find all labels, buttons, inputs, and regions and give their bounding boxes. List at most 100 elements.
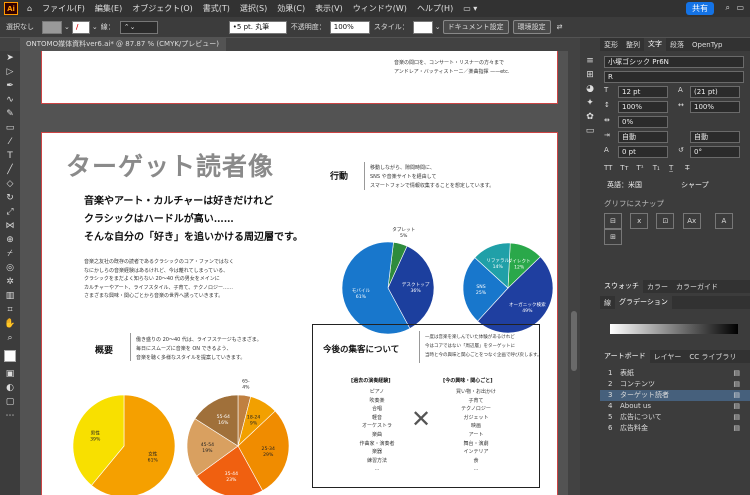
symbol-sprayer-tool-icon[interactable]: ✲ [0,275,20,289]
gradient-preview[interactable] [610,324,738,334]
tab-stroke[interactable]: 線 [600,298,615,308]
snap-proximity-icon[interactable]: Ax [682,213,701,229]
language-select[interactable]: 英語：米国 [604,180,666,190]
stroke-swatch[interactable]: / [71,20,90,34]
shape-builder-tool-icon[interactable]: ⊕ [0,233,20,247]
font-size-field[interactable]: 12 pt [618,86,668,98]
vertical-scrollbar[interactable] [568,51,580,495]
opacity-field[interactable]: 100% [329,20,370,34]
menu-object[interactable]: オブジェクト(O) [127,3,198,14]
artboard-options-icon[interactable]: ▤ [733,423,750,434]
chevron-down-icon[interactable]: ⌄ [435,23,441,31]
line-tool-icon[interactable]: ╱ [0,163,20,177]
stroke-weight-field[interactable]: ⌃⌄ [119,20,158,34]
list-item[interactable]: 3 ターゲット読者 ▤ [600,390,750,401]
artboard-options-icon[interactable]: ▤ [733,368,750,379]
color-mode-icon[interactable]: ▣ [0,367,20,381]
type-tool-icon[interactable]: T [0,149,20,163]
tab-cc-libraries[interactable]: CC ライブラリ [685,352,740,362]
list-item[interactable]: 5 広告について ▤ [600,412,750,423]
rotate-field[interactable]: 0° [690,146,740,158]
rectangle-tool-icon[interactable]: ▭ [0,121,20,135]
baseline-field[interactable]: 0 pt [618,146,668,158]
menu-view[interactable]: 表示(V) [310,3,348,14]
menu-effect[interactable]: 効果(C) [272,3,310,14]
screen-mode-icon[interactable]: ▢ [0,395,20,409]
vertical-scale-field[interactable]: 100% [618,101,668,113]
horizontal-scale-field[interactable]: 100% [690,101,740,113]
scale-tool-icon[interactable]: ⤢ [0,205,20,219]
artboard-options-icon[interactable]: ▤ [733,390,750,401]
menu-help[interactable]: ヘルプ(H) [412,3,458,14]
selection-tool-icon[interactable]: ➤ [0,51,20,65]
pencil-tool-icon[interactable]: ✎ [0,107,20,121]
workspace-icon[interactable]: ▭ ▾ [458,4,482,13]
graphic-style-swatch[interactable] [412,20,433,34]
tab-gradient[interactable]: グラデーション [615,296,672,309]
list-item[interactable]: 6 広告料金 ▤ [600,423,750,434]
font-weight-select[interactable]: R [604,71,744,83]
fill-stroke-icon[interactable] [0,345,20,367]
snap-anchor-icon[interactable]: ⊞ [604,229,622,245]
tab-color[interactable]: カラー [643,282,672,292]
artboard-options-icon[interactable]: ▤ [733,412,750,423]
fill-swatch[interactable] [42,20,62,34]
list-item[interactable]: 2 コンテンツ ▤ [600,379,750,390]
properties-icon[interactable]: ≡ [580,54,600,68]
list-item[interactable]: 1 表紙 ▤ [600,368,750,379]
menu-file[interactable]: ファイル(F) [37,3,90,14]
graph-tool-icon[interactable]: ▥ [0,289,20,303]
rotate-tool-icon[interactable]: ↻ [0,191,20,205]
chevron-down-icon[interactable]: ⌄ [64,23,70,31]
subscript-icon[interactable]: T₁ [653,164,667,172]
snap-baseline-icon[interactable]: ⊟ [604,213,622,229]
artboard-tool-icon[interactable]: ⌗ [0,303,20,317]
strikethrough-icon[interactable]: T̶ [685,164,699,172]
artboard-options-icon[interactable]: ▤ [733,379,750,390]
share-button[interactable]: 共有 [686,2,714,15]
home-icon[interactable]: ⌂ [22,4,37,13]
aki-left-field[interactable]: 自動 [618,131,668,143]
scroll-thumb[interactable] [571,311,577,371]
font-family-select[interactable]: 小塚ゴシック Pr6N [604,56,744,68]
symbols-icon[interactable]: ✿ [580,110,600,124]
tab-transform[interactable]: 変形 [600,40,622,50]
underline-icon[interactable]: T̲ [669,164,683,172]
brush-definition[interactable]: • 5 pt. 丸筆 [228,20,287,34]
menu-edit[interactable]: 編集(E) [90,3,127,14]
canvas[interactable]: 音楽の間口を、コンサート・リスナーの方々まで アンドレア・バッティストーニ／楽曲… [20,51,568,495]
brushes-icon[interactable]: ✦ [580,96,600,110]
width-tool-icon[interactable]: ⋈ [0,219,20,233]
libraries-icon[interactable]: ⊞ [580,68,600,82]
tab-opentype[interactable]: OpenTyp [688,41,726,49]
document-tab[interactable]: ONTOMO媒体資料ver6.ai* @ 87.87 % (CMYK/プレビュー… [20,38,226,61]
snap-xheight-icon[interactable]: x [630,213,649,229]
drawing-mode-icon[interactable]: ◐ [0,381,20,395]
zoom-tool-icon[interactable]: ⌕ [0,331,20,345]
comments-icon[interactable]: ▭ [580,124,600,138]
all-caps-icon[interactable]: TT [604,164,618,172]
menu-type[interactable]: 書式(T) [198,3,235,14]
pen-tool-icon[interactable]: ✒ [0,79,20,93]
preferences-button[interactable]: 環境設定 [512,20,551,34]
antialias-select[interactable]: シャープ [678,180,740,190]
window-menu-icon[interactable]: ▭ [736,3,744,12]
list-item[interactable]: 4 About us ▤ [600,401,750,412]
snap-angular-icon[interactable]: A [714,213,733,229]
tab-paragraph[interactable]: 段落 [666,40,688,50]
document-setup-button[interactable]: ドキュメント設定 [442,20,509,34]
eraser-tool-icon[interactable]: ◇ [0,177,20,191]
variable-width-profile[interactable] [161,20,225,34]
leading-field[interactable]: (21 pt) [690,86,740,98]
hand-tool-icon[interactable]: ✋ [0,317,20,331]
artboard-options-icon[interactable]: ▤ [733,401,750,412]
arrange-icon[interactable]: ⇄ [553,23,567,31]
tab-color-guide[interactable]: カラーガイド [672,282,722,292]
eyedropper-tool-icon[interactable]: ⌿ [0,247,20,261]
small-caps-icon[interactable]: Tᴛ [620,164,634,172]
search-icon[interactable]: ⌕ [726,3,730,13]
more-tools-icon[interactable]: ⋯ [0,409,20,423]
tab-align[interactable]: 整列 [622,40,644,50]
color-icon[interactable]: ◕ [580,82,600,96]
tab-swatches[interactable]: スウォッチ [600,280,643,293]
